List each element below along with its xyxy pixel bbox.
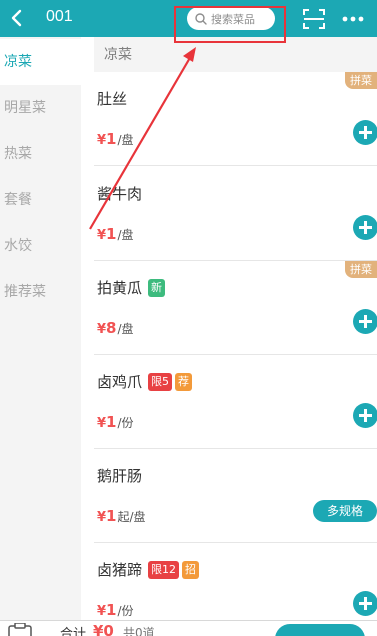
limit-badge: 限5 (148, 372, 173, 391)
dish-price: 1起/盘 (97, 507, 145, 525)
dish-name: 肚丝 (97, 90, 128, 108)
back-arrow-icon[interactable] (8, 7, 28, 29)
add-to-cart-button[interactable] (353, 591, 377, 616)
dish-name: 卤鸡爪 限5 荐 (97, 371, 193, 392)
combo-tag: 拼菜 (345, 72, 377, 89)
dish-price: 8/盘 (97, 319, 133, 337)
search-input[interactable]: 搜索菜品 (187, 7, 275, 30)
dish-name: 拍黄瓜新 (97, 277, 166, 298)
combo-tag: 拼菜 (345, 261, 377, 278)
add-to-cart-button[interactable] (353, 403, 377, 428)
signature-badge: 招 (182, 560, 200, 579)
add-to-cart-button[interactable] (353, 309, 377, 334)
add-to-cart-button[interactable] (353, 120, 377, 145)
header-bar: 001 搜索菜品 (0, 0, 377, 37)
submit-order-button[interactable] (275, 624, 365, 636)
limit-badge: 限12 (148, 560, 180, 579)
category-item-recai[interactable]: 热菜 (0, 131, 81, 177)
dish-price: 1/盘 (97, 130, 133, 148)
dish-price: 1/盘 (97, 225, 133, 243)
search-placeholder: 搜索菜品 (211, 12, 255, 26)
add-to-cart-button[interactable] (353, 215, 377, 240)
dish-name: 卤猪蹄 限12 招 (97, 559, 200, 580)
dish-list: 凉菜 拼菜 肚丝 1/盘 酱牛肉 1/盘 拼菜 拍黄瓜新 8/盘 卤鸡爪限5荐 … (81, 37, 377, 620)
category-item-liangcai[interactable]: 凉菜 (0, 39, 81, 85)
section-title: 凉菜 (94, 37, 377, 72)
cart-icon[interactable] (5, 623, 35, 636)
multi-spec-button[interactable]: 多规格 (313, 500, 377, 522)
dish-item: 拼菜 肚丝 1/盘 (94, 72, 377, 166)
dish-item: 卤鸡爪限5荐 1/份 (94, 355, 377, 449)
cart-bar: 合计 ¥0 共0道 (0, 620, 377, 636)
dish-item: 卤猪蹄限12招 1/份 (94, 543, 377, 620)
search-icon (195, 12, 207, 25)
category-item-taocan[interactable]: 套餐 (0, 177, 81, 223)
dish-item: 酱牛肉 1/盘 (94, 167, 377, 261)
dish-price: 1/份 (97, 601, 133, 619)
total-label: 合计 (60, 627, 87, 636)
total-count: 共0道 (123, 626, 155, 636)
category-item-shuijiao[interactable]: 水饺 (0, 223, 81, 269)
category-item-tuijiancai[interactable]: 推荐菜 (0, 269, 81, 315)
dish-item: 拼菜 拍黄瓜新 8/盘 (94, 261, 377, 355)
dish-item: 鹅肝肠 1起/盘 多规格 (94, 449, 377, 543)
recommend-badge: 荐 (175, 372, 193, 391)
table-number: 001 (46, 8, 73, 25)
more-options-icon[interactable] (340, 8, 366, 30)
new-badge: 新 (148, 278, 166, 297)
dish-name: 鹅肝肠 (97, 467, 143, 485)
category-item-mingxingcai[interactable]: 明星菜 (0, 85, 81, 131)
dish-price: 1/份 (97, 413, 133, 431)
dish-name: 酱牛肉 (97, 185, 143, 203)
total-amount: ¥0 (93, 622, 114, 636)
scan-icon[interactable] (302, 8, 326, 30)
category-sidebar: 凉菜 明星菜 热菜 套餐 水饺 推荐菜 (0, 37, 81, 620)
